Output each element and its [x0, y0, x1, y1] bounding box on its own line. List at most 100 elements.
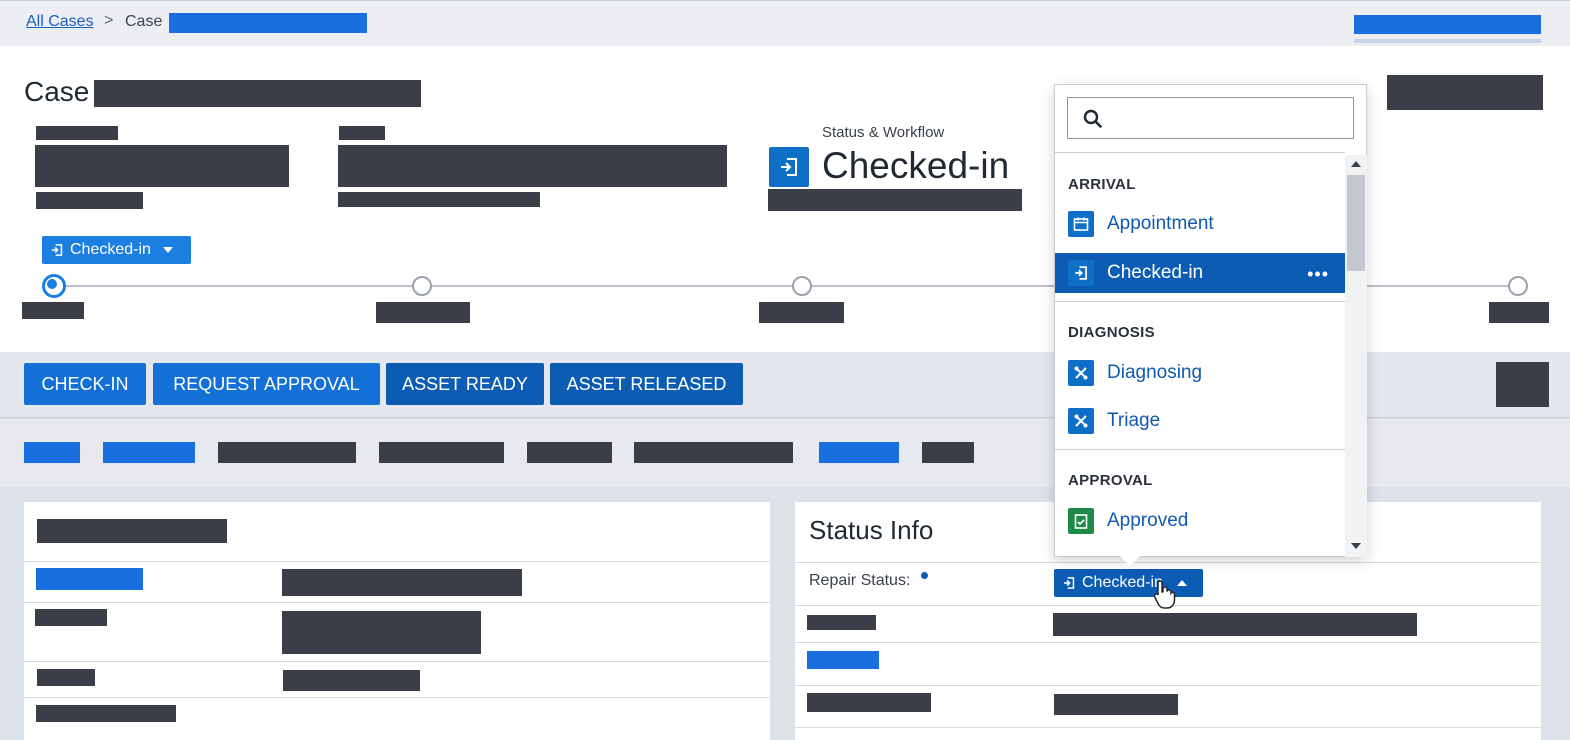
status-info-title: Status Info	[809, 515, 934, 545]
workflow-node[interactable]	[1508, 276, 1528, 296]
field-label-redacted	[35, 609, 107, 626]
status-option-checked-in[interactable]: Checked-in •••	[1055, 253, 1345, 293]
tools-icon	[1068, 408, 1094, 434]
workflow-node[interactable]	[412, 276, 432, 296]
tab-redacted[interactable]	[379, 442, 504, 463]
approved-icon	[1068, 508, 1094, 534]
row-divider	[795, 727, 1541, 728]
breadcrumb-case-id-redacted	[169, 13, 367, 33]
calendar-icon	[1068, 211, 1094, 237]
more-options-icon[interactable]: •••	[1307, 264, 1329, 285]
scroll-up-arrow-icon[interactable]	[1351, 161, 1361, 167]
row-divider	[795, 562, 1541, 563]
row-divider	[24, 661, 770, 662]
workflow-node-label-redacted	[376, 302, 470, 323]
field-label-redacted	[807, 615, 876, 630]
status-workflow-caption: Status & Workflow	[822, 124, 945, 141]
status-option-label: Checked-in	[1107, 262, 1204, 283]
breadcrumb-current-case: Case	[125, 13, 163, 30]
status-option-label: Approved	[1107, 510, 1189, 531]
status-option-label: Diagnosing	[1107, 362, 1203, 383]
field-label-redacted	[37, 669, 95, 686]
field-value-redacted	[1053, 613, 1417, 636]
field-value-redacted	[282, 569, 522, 596]
status-option-appointment[interactable]: Appointment	[1055, 204, 1345, 244]
workflow-node-label-redacted	[1489, 302, 1549, 323]
workflow-node[interactable]	[792, 276, 812, 296]
field-value-redacted	[1054, 694, 1178, 715]
page-title: Case	[24, 76, 90, 107]
field-sub-redacted	[36, 192, 143, 209]
tab-redacted[interactable]	[819, 442, 899, 463]
status-sub-redacted	[768, 189, 1022, 211]
case-number-redacted	[94, 80, 421, 107]
field-label-redacted	[339, 126, 385, 140]
panel-title-redacted	[37, 519, 227, 543]
dropdown-divider	[1055, 301, 1345, 302]
row-divider	[795, 642, 1541, 643]
scroll-down-arrow-icon[interactable]	[1351, 543, 1361, 549]
dropdown-divider	[1055, 152, 1345, 153]
repair-status-label: Repair Status:	[809, 572, 911, 589]
breadcrumb-separator: >	[104, 12, 114, 29]
field-label-redacted	[36, 705, 176, 722]
status-option-triage[interactable]: Triage	[1055, 401, 1345, 441]
status-option-diagnosing[interactable]: Diagnosing	[1055, 353, 1345, 393]
tab-redacted[interactable]	[634, 442, 793, 463]
status-option-label: Triage	[1107, 410, 1161, 431]
status-option-approved[interactable]: Approved	[1055, 501, 1345, 541]
dropdown-divider	[1055, 449, 1345, 450]
top-right-underline	[1354, 39, 1541, 43]
field-sub-redacted	[338, 192, 540, 207]
asset-released-button[interactable]: ASSET RELEASED	[550, 363, 743, 405]
tab-redacted[interactable]	[103, 442, 195, 463]
check-in-button[interactable]: CHECK-IN	[24, 363, 146, 405]
check-in-icon	[1063, 577, 1075, 589]
top-right-link-redacted[interactable]	[1354, 15, 1541, 34]
status-option-label: Appointment	[1107, 213, 1214, 234]
more-actions-button-redacted[interactable]	[1496, 362, 1549, 407]
field-value-redacted	[35, 145, 289, 187]
group-heading-arrival: ARRIVAL	[1068, 176, 1136, 193]
row-divider	[24, 697, 770, 698]
group-heading-approval: APPROVAL	[1068, 472, 1153, 489]
field-value-redacted	[338, 145, 727, 187]
repair-status-value: Checked-in	[1082, 574, 1163, 591]
tab-redacted[interactable]	[527, 442, 612, 463]
chevron-down-icon	[162, 247, 173, 253]
breadcrumb-all-cases-link[interactable]: All Cases	[26, 13, 94, 31]
tab-redacted[interactable]	[24, 442, 80, 463]
request-approval-button[interactable]: REQUEST APPROVAL	[153, 363, 380, 405]
field-value-redacted	[282, 611, 481, 654]
current-status-value: Checked-in	[822, 145, 1010, 186]
field-label-redacted[interactable]	[807, 651, 879, 669]
tab-redacted[interactable]	[218, 442, 356, 463]
check-in-icon	[769, 147, 809, 187]
row-divider	[795, 685, 1541, 686]
field-value-redacted	[283, 670, 420, 691]
tools-icon	[1068, 360, 1094, 386]
workflow-node-active[interactable]	[42, 274, 66, 298]
field-label-redacted[interactable]	[36, 568, 143, 590]
status-search-input[interactable]	[1067, 97, 1354, 139]
header-action-redacted[interactable]	[1387, 75, 1543, 110]
search-icon	[1083, 109, 1102, 128]
group-heading-diagnosis: DIAGNOSIS	[1068, 324, 1155, 341]
chevron-up-icon	[1176, 580, 1187, 586]
scroll-thumb[interactable]	[1347, 175, 1365, 271]
required-indicator	[921, 572, 928, 579]
check-in-icon	[51, 244, 63, 256]
asset-ready-button[interactable]: ASSET READY	[386, 363, 544, 405]
stage-pill-label: Checked-in	[70, 241, 151, 258]
row-divider	[24, 561, 770, 562]
row-divider	[24, 602, 770, 603]
repair-status-dropdown[interactable]: Checked-in	[1054, 569, 1203, 597]
field-label-redacted	[807, 693, 931, 712]
tab-redacted[interactable]	[922, 442, 974, 463]
stage-pill[interactable]: Checked-in	[42, 236, 191, 264]
workflow-node-label-redacted	[22, 302, 84, 319]
dropdown-scrollbar[interactable]	[1345, 155, 1367, 557]
workflow-node-label-redacted	[759, 302, 844, 323]
field-label-redacted	[36, 126, 118, 140]
hand-cursor-icon	[1153, 580, 1176, 609]
